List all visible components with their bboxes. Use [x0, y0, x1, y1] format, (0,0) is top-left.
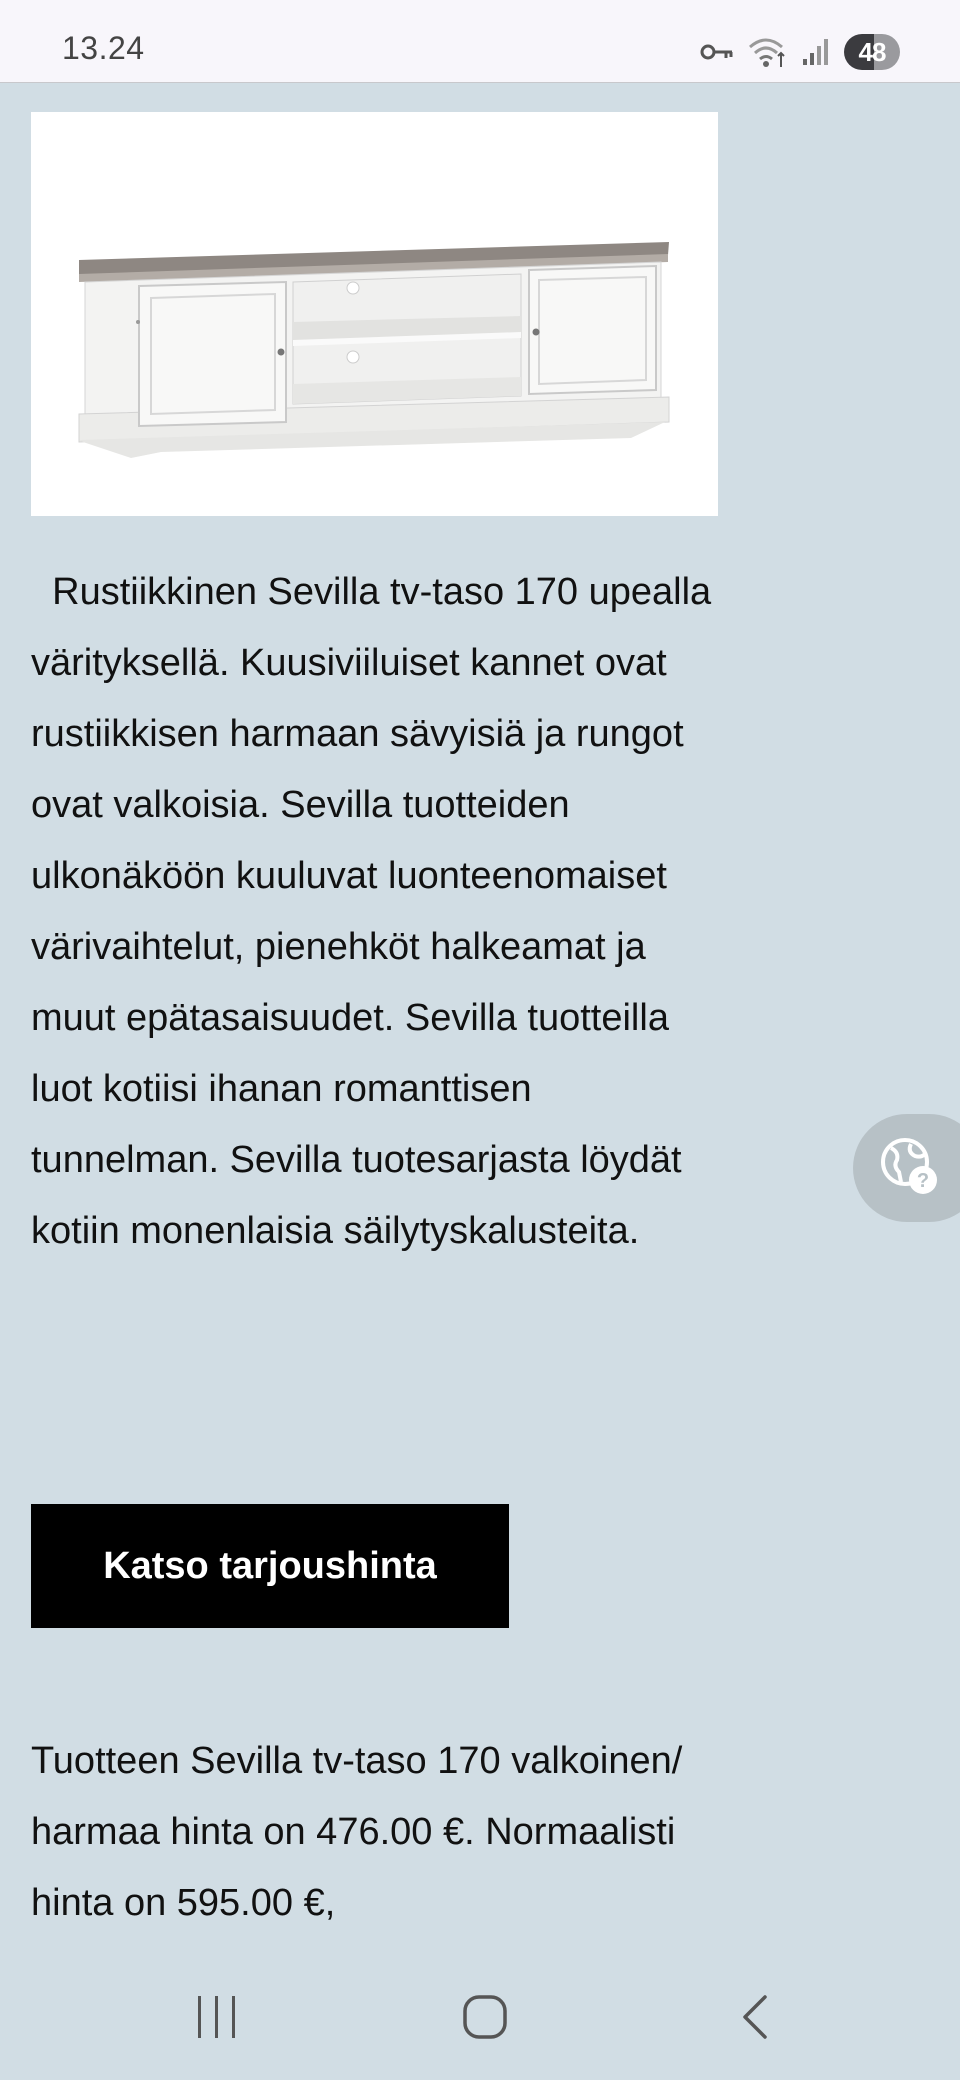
battery-indicator: 48: [844, 34, 900, 70]
product-description: Rustiikkinen Sevilla tv-taso 170 upealla…: [31, 571, 722, 1252]
recent-apps-icon: [194, 1994, 240, 2045]
navigation-bar: [0, 1960, 960, 2080]
home-button[interactable]: [445, 1984, 525, 2054]
key-icon: [700, 41, 734, 63]
recent-apps-button[interactable]: [177, 1984, 257, 2054]
see-offer-price-button[interactable]: Katso tarjoushinta: [31, 1504, 509, 1628]
home-icon: [461, 1993, 509, 2046]
price-info-text: Tuotteen Sevilla tv-taso 170 valkoinen/ …: [31, 1740, 683, 1924]
product-image: [31, 112, 718, 516]
signal-icon: [802, 37, 830, 67]
status-bar: 13.24 48: [0, 0, 960, 83]
status-icons: 48: [700, 32, 900, 72]
back-button[interactable]: [715, 1984, 795, 2054]
tv-stand-image: [78, 242, 670, 458]
translate-globe-icon: ?: [877, 1134, 941, 1203]
svg-text:?: ?: [917, 1170, 929, 1192]
back-icon: [735, 1993, 775, 2046]
status-time: 13.24: [62, 30, 145, 66]
wifi-icon: [748, 35, 788, 69]
translate-floating-button[interactable]: ?: [853, 1114, 960, 1222]
